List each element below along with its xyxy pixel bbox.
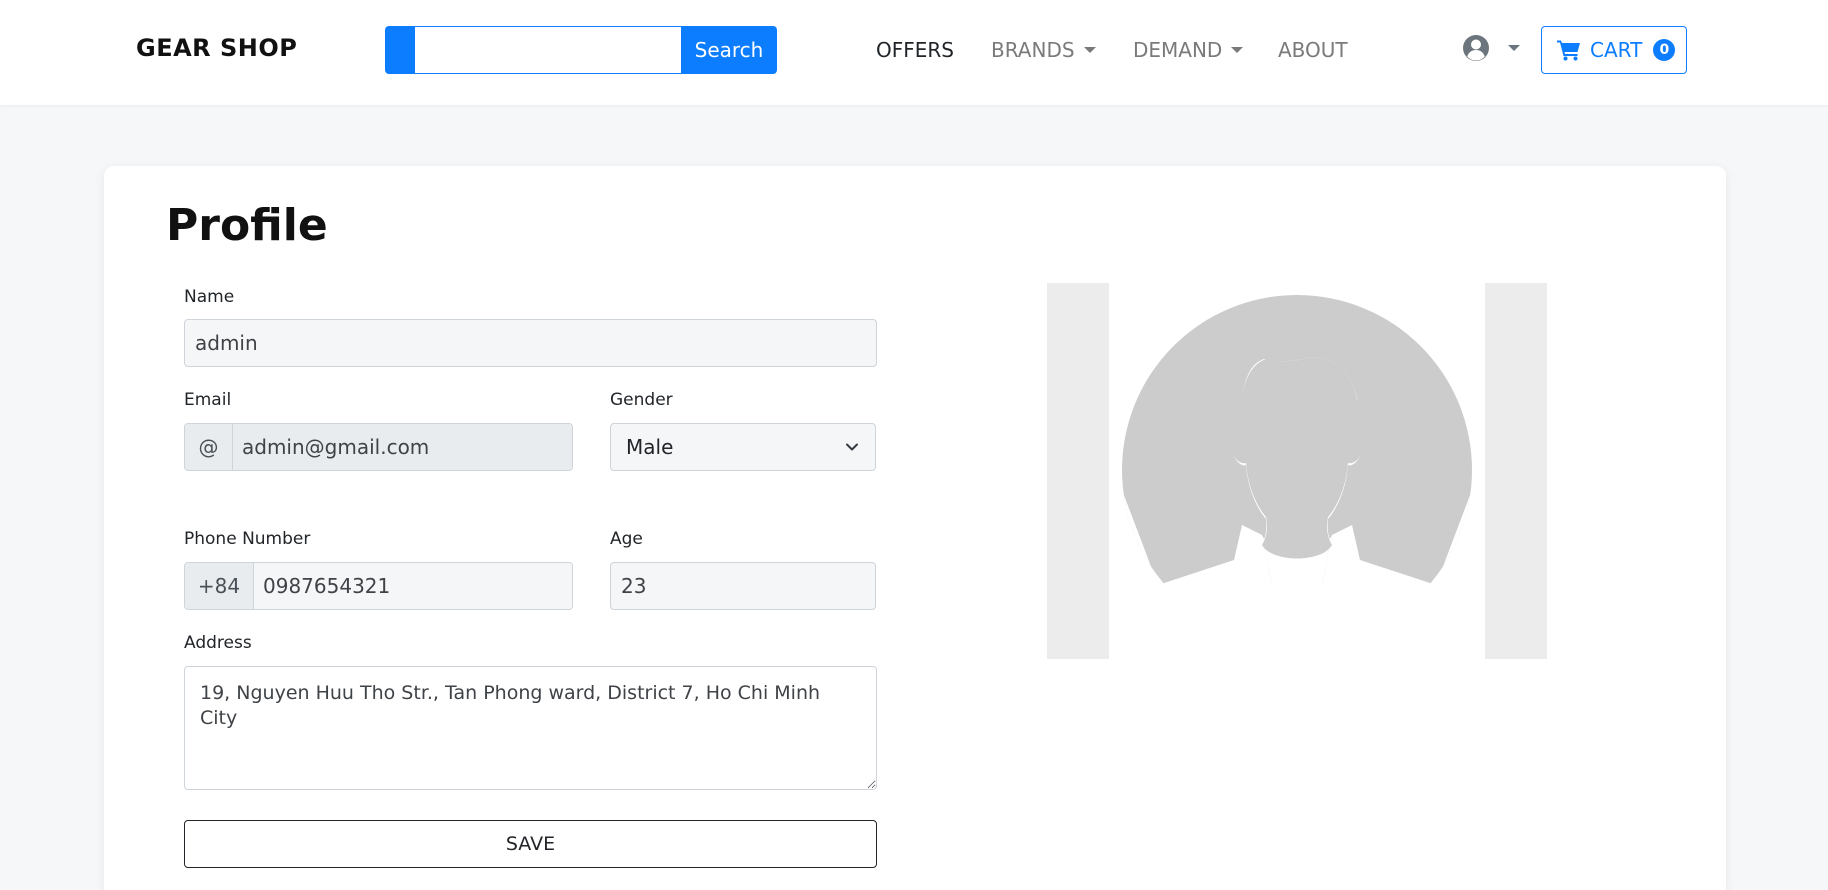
name-label: Name	[184, 287, 235, 307]
nav-item-demand[interactable]: DEMAND	[1133, 38, 1244, 62]
cart-count-badge: 0	[1653, 39, 1676, 61]
search-bar: Search	[385, 26, 777, 74]
address-field[interactable]: 19, Nguyen Huu Tho Str., Tan Phong ward,…	[184, 666, 877, 790]
brand-logo[interactable]: GEAR SHOP	[136, 34, 297, 62]
nav-item-label: DEMAND	[1133, 38, 1223, 62]
cart-button[interactable]: CART 0	[1541, 26, 1687, 74]
email-field[interactable]	[233, 424, 572, 470]
address-label: Address	[184, 633, 252, 653]
nav-item-offers[interactable]: OFFERS	[876, 38, 954, 62]
nav-item-label: ABOUT	[1278, 38, 1348, 62]
nav-item-brands[interactable]: BRANDS	[991, 38, 1096, 62]
name-field[interactable]	[184, 319, 877, 367]
phone-label: Phone Number	[184, 529, 311, 549]
cart-label: CART	[1590, 38, 1643, 62]
avatar-side-panel-right	[1485, 283, 1547, 659]
caret-down-icon	[1231, 47, 1244, 53]
phone-field[interactable]	[254, 563, 572, 609]
email-prefix: @	[185, 424, 233, 470]
gender-label: Gender	[610, 390, 673, 410]
avatar-side-panel-left	[1047, 283, 1109, 659]
phone-input-group: +84	[184, 562, 573, 610]
gender-selected-value: Male	[626, 435, 674, 459]
shopping-cart-icon	[1557, 40, 1580, 61]
search-prefix-block	[385, 26, 415, 74]
search-input[interactable]	[415, 26, 681, 74]
email-label: Email	[184, 390, 232, 410]
caret-down-icon	[1083, 47, 1096, 53]
search-button[interactable]: Search	[681, 26, 777, 74]
age-field[interactable]	[610, 562, 876, 610]
nav-item-label: OFFERS	[876, 38, 954, 62]
phone-country-code: +84	[185, 563, 254, 609]
profile-avatar	[1047, 283, 1547, 659]
nav-item-about[interactable]: ABOUT	[1278, 38, 1348, 62]
chevron-down-icon	[846, 443, 858, 451]
user-menu-toggle[interactable]	[1462, 34, 1520, 62]
email-input-group: @	[184, 423, 573, 471]
page-title: Profile	[166, 200, 328, 251]
age-label: Age	[610, 529, 643, 549]
caret-down-icon	[1508, 45, 1520, 51]
save-button[interactable]: SAVE	[184, 820, 877, 868]
top-navbar: GEAR SHOP Search OFFERS BRANDS DEMAND AB…	[0, 0, 1828, 105]
nav-item-label: BRANDS	[991, 38, 1075, 62]
gender-select[interactable]: Male	[610, 423, 876, 471]
default-avatar-icon	[1122, 295, 1472, 585]
user-circle-icon	[1463, 35, 1489, 61]
